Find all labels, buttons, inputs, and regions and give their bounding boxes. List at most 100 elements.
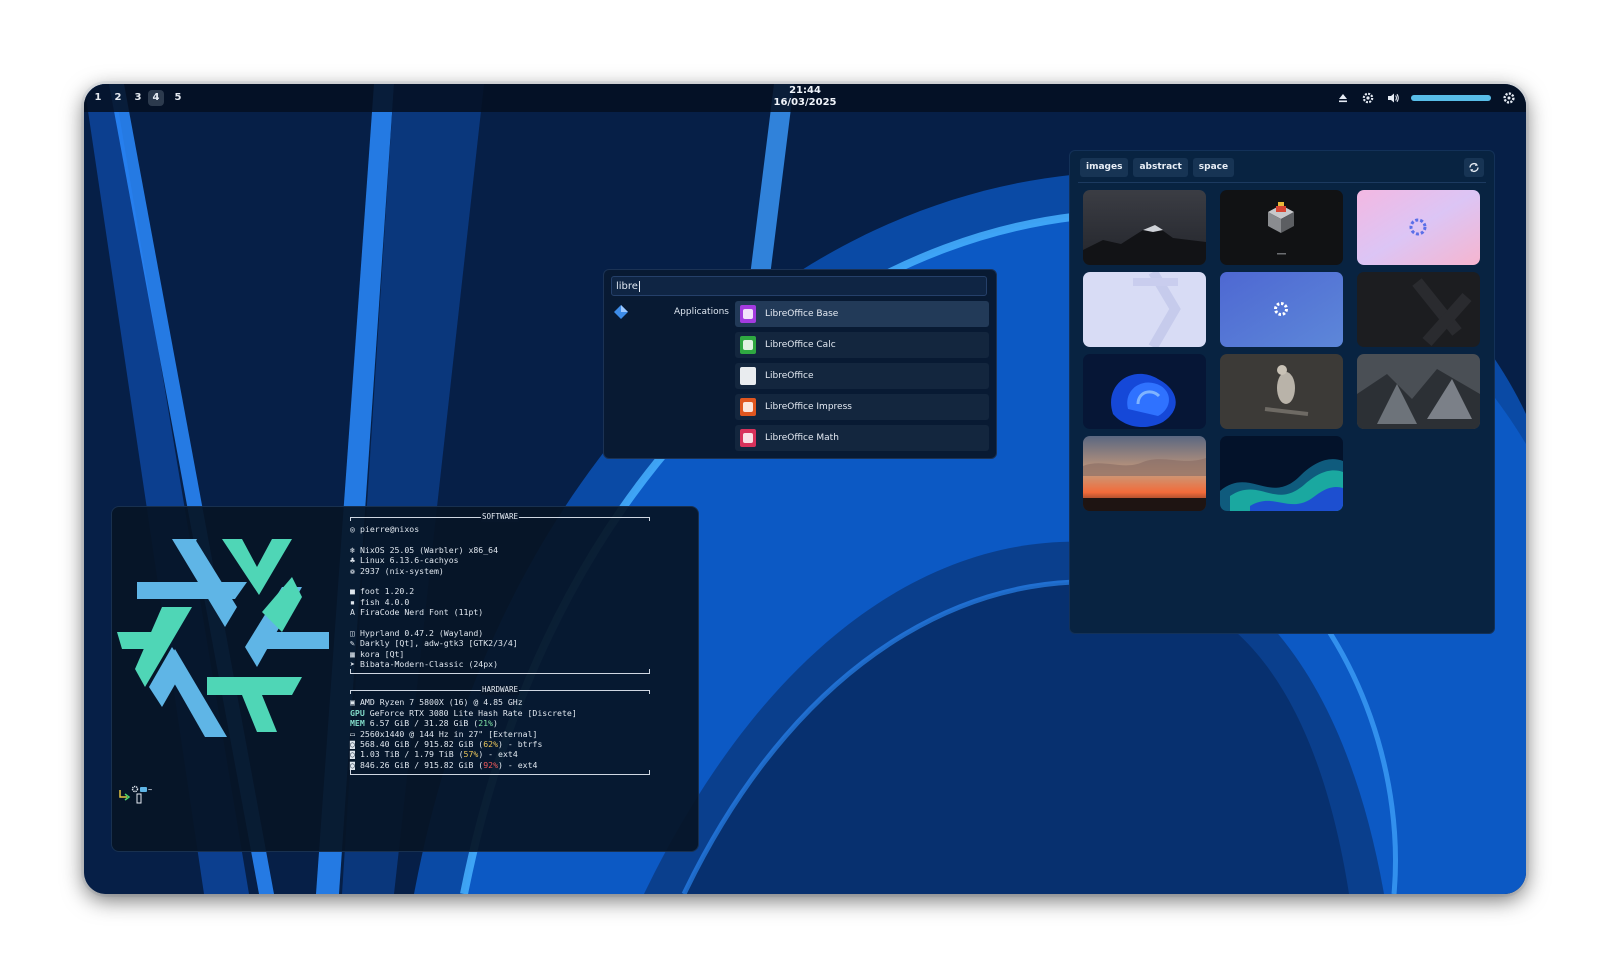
tab-abstract[interactable]: abstract xyxy=(1133,158,1188,177)
hardware-title: HARDWARE xyxy=(480,685,520,696)
gpu-key: GPU xyxy=(350,707,365,718)
gpu-row: GPU GeForce RTX 3080 Lite Hash Rate [Dis… xyxy=(350,707,577,718)
diamond-icon xyxy=(614,305,628,319)
libreoffice-calc-icon xyxy=(740,336,756,354)
volume-slider[interactable] xyxy=(1411,95,1491,101)
wallpaper-thumb-teal-waves[interactable] xyxy=(1220,436,1343,511)
wallpaper-picker: images abstract space xyxy=(1069,150,1495,634)
icons-icon: ▦ xyxy=(350,648,355,659)
disk1-row: ◙ 568.40 GiB / 915.82 GiB (62%) - btrfs xyxy=(350,739,543,750)
tab-images[interactable]: images xyxy=(1080,158,1129,177)
workspace-3[interactable]: 3 xyxy=(130,90,146,106)
refresh-icon xyxy=(1469,163,1479,172)
snowflake-icon: ❄ xyxy=(350,544,355,555)
text-cursor xyxy=(136,793,142,804)
wallpaper-thumb-blue-bloom[interactable] xyxy=(1083,354,1206,429)
launcher-app-libreoffice-impress[interactable]: LibreOffice Impress xyxy=(735,394,989,420)
wallpaper-thumb-blue-nix[interactable] xyxy=(1220,272,1343,347)
cpu-row: ▣ AMD Ryzen 7 5800X (16) @ 4.85 GHz xyxy=(350,697,523,708)
wm-row: ◫ Hyprland 0.47.2 (Wayland) xyxy=(350,627,484,638)
mem-key: MEM xyxy=(350,718,365,729)
wallpaper-thumb-sunset-clouds[interactable] xyxy=(1083,436,1206,511)
launcher-search-query: libre xyxy=(616,281,638,292)
app-label: LibreOffice Impress xyxy=(765,402,852,412)
workspace-1[interactable]: 1 xyxy=(90,90,106,106)
monitor-icon: ▭ xyxy=(350,728,355,739)
brush-icon: ✎ xyxy=(350,638,355,649)
shell-icon: ▪ xyxy=(350,596,355,607)
user-icon: ◎ xyxy=(350,524,355,534)
packages-row: ❁ 2937 (nix-system) xyxy=(350,565,444,576)
workspace-2[interactable]: 2 xyxy=(110,90,126,106)
system-tray xyxy=(1336,90,1516,106)
terminal-row: ■ foot 1.20.2 xyxy=(350,586,415,597)
settings-icon[interactable] xyxy=(1502,91,1516,105)
prompt-tilde: ~ xyxy=(148,786,152,794)
libreoffice-impress-icon xyxy=(740,398,756,416)
text-caret xyxy=(638,280,640,292)
wallpaper-thumb-mountains[interactable] xyxy=(1083,190,1206,265)
cursor-icon: ➤ xyxy=(350,659,355,670)
app-label: LibreOffice Calc xyxy=(765,340,836,350)
shell-row: ▪ fish 4.0.0 xyxy=(350,596,410,607)
disk3-row: ◙ 846.26 GiB / 915.82 GiB (92%) - ext4 xyxy=(350,759,538,770)
launcher-app-libreoffice-base[interactable]: LibreOffice Base xyxy=(735,301,989,327)
app-label: LibreOffice Math xyxy=(765,433,839,443)
app-launcher: libre Applications LibreOffice Base Libr… xyxy=(603,269,997,459)
prompt-folder-icon xyxy=(140,787,147,792)
hardware-box-footer xyxy=(350,770,650,778)
cursor-row: ➤ Bibata-Modern-Classic (24px) xyxy=(350,659,499,670)
launcher-app-libreoffice[interactable]: LibreOffice xyxy=(735,363,989,389)
window-icon: ◫ xyxy=(350,627,355,638)
disk-icon: ◙ xyxy=(350,739,355,750)
workspace-5[interactable]: 5 xyxy=(170,90,186,106)
refresh-button[interactable] xyxy=(1464,158,1484,177)
clock-date: 16/03/2025 xyxy=(773,97,837,108)
app-label: LibreOffice Base xyxy=(765,309,839,319)
os-row: ❄ NixOS 25.05 (Warbler) x86_64 xyxy=(350,544,499,555)
launcher-search-input[interactable]: libre xyxy=(611,276,987,296)
wallpaper-thumb-3d-cube[interactable] xyxy=(1220,190,1343,265)
nixos-logo-icon xyxy=(117,539,329,737)
speaker-icon[interactable] xyxy=(1386,91,1400,105)
prompt-gear-icon xyxy=(131,785,139,793)
desktop-screen: 1 2 3 4 5 21:44 16/03/2025 libre Applica… xyxy=(84,84,1526,894)
software-box-header: SOFTWARE xyxy=(350,512,650,524)
libreoffice-math-icon xyxy=(740,429,756,447)
cpu-icon: ▣ xyxy=(350,697,355,708)
wallpaper-thumb-dark-nix[interactable] xyxy=(1357,272,1480,347)
software-box-footer xyxy=(350,669,650,677)
wallpaper-thumb-battle-art[interactable] xyxy=(1357,354,1480,429)
launcher-app-libreoffice-math[interactable]: LibreOffice Math xyxy=(735,425,989,451)
wallpaper-thumb-statue[interactable] xyxy=(1220,354,1343,429)
clock-time: 21:44 xyxy=(789,85,821,96)
clock[interactable]: 21:44 16/03/2025 xyxy=(774,85,837,109)
workspace-4-active[interactable]: 4 xyxy=(148,90,164,106)
software-title: SOFTWARE xyxy=(480,512,520,522)
app-label: LibreOffice xyxy=(765,371,814,381)
disk-icon: ◙ xyxy=(350,759,355,770)
disk2-row: ◙ 1.03 TiB / 1.79 TiB (57%) - ext4 xyxy=(350,749,518,760)
fastfetch-output: SOFTWARE ◎ pierre@nixos ❄ NixOS 25.05 (War… xyxy=(350,512,650,778)
wallpaper-thumb-light-nix[interactable] xyxy=(1083,272,1206,347)
mem-row: MEM 6.57 GiB / 31.28 GiB (21%) xyxy=(350,718,498,729)
user-row: ◎ pierre@nixos xyxy=(350,524,420,534)
display-row: ▭ 2560x1440 @ 144 Hz in 27" [External] xyxy=(350,728,538,739)
wallpaper-thumb-pink-nix[interactable] xyxy=(1357,190,1480,265)
terminal-icon: ■ xyxy=(350,586,355,597)
shell-prompt: ~ xyxy=(119,785,152,804)
launcher-app-libreoffice-calc[interactable]: LibreOffice Calc xyxy=(735,332,989,358)
libreoffice-base-icon xyxy=(740,305,756,323)
hardware-box-header: HARDWARE xyxy=(350,685,650,697)
eject-icon[interactable] xyxy=(1336,91,1350,105)
penguin-icon: ♣ xyxy=(350,555,355,566)
gear-icon[interactable] xyxy=(1361,91,1375,105)
top-bar: 1 2 3 4 5 21:44 16/03/2025 xyxy=(84,84,1526,112)
tab-space[interactable]: space xyxy=(1192,158,1235,177)
terminal-window[interactable]: SOFTWARE ◎ pierre@nixos ❄ NixOS 25.05 (War… xyxy=(111,506,699,852)
libreoffice-icon xyxy=(740,367,756,385)
kernel-row: ♣ Linux 6.13.6-cachyos xyxy=(350,555,459,566)
prompt-arrow-icon xyxy=(119,790,127,798)
font-row: A FiraCode Nerd Font (11pt) xyxy=(350,607,484,618)
launcher-category-label: Applications xyxy=(674,307,729,317)
